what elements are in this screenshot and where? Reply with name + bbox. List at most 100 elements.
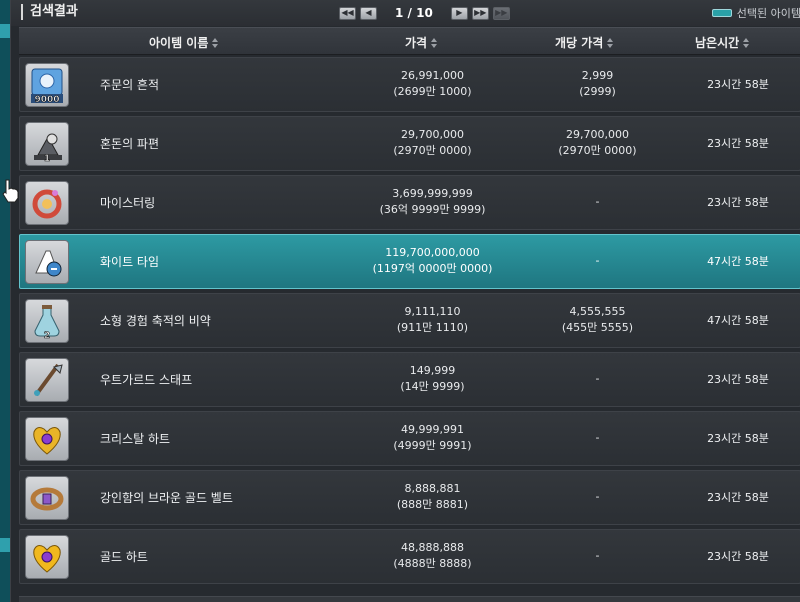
- item-name: 골드 하트: [100, 550, 148, 564]
- price-value: 119,700,000,000: [385, 246, 480, 259]
- strip-notch: [0, 538, 10, 552]
- table-row[interactable]: 2 소형 경험 축적의 비약 9,111,110 (911만 1110) 4,555,5…: [19, 293, 800, 348]
- price-korean: (4999만 9991): [393, 439, 472, 452]
- column-header-price[interactable]: 가격: [405, 34, 438, 51]
- item-price: 26,991,000 (2699만 1000): [350, 68, 515, 100]
- item-unit-price: 29,700,000 (2970만 0000): [515, 127, 680, 159]
- item-name: 마이스터링: [100, 196, 156, 210]
- meister-ring-icon: [25, 181, 69, 225]
- item-time-left: 23시간 58분: [707, 137, 769, 150]
- item-time-left: 23시간 58분: [707, 373, 769, 386]
- item-name: 주문의 흔적: [100, 78, 160, 92]
- gold-belt-icon: [25, 476, 69, 520]
- item-price: 149,999 (14만 9999): [350, 363, 515, 395]
- item-name: 우트가르드 스태프: [100, 373, 193, 387]
- item-price: 3,699,999,999 (36억 9999만 9999): [350, 186, 515, 218]
- item-unit-price: -: [515, 430, 680, 446]
- table-row[interactable]: 화이트 타임 119,700,000,000 (1197억 0000만 0000) -…: [19, 234, 800, 289]
- pagination: ◀◀ ◀ 1 / 10 ▶ ▶▶ ▶▶: [339, 5, 514, 21]
- item-time-left: 47시간 58분: [707, 255, 769, 268]
- table-row[interactable]: 강인함의 브라운 골드 벨트 8,888,881 (888만 8881) - 23시간 …: [19, 470, 800, 525]
- price-value: 29,700,000: [401, 128, 464, 141]
- table-row[interactable]: 마이스터링 3,699,999,999 (36억 9999만 9999) - 23시간 …: [19, 175, 800, 230]
- price-value: 8,888,881: [404, 482, 461, 495]
- unit-price-korean: (2999): [579, 85, 616, 98]
- next-row-edge: [19, 596, 800, 602]
- item-price: 48,888,888 (4888만 8888): [350, 540, 515, 572]
- item-name: 혼돈의 파편: [100, 137, 160, 151]
- last-page-button[interactable]: ▶▶: [471, 6, 489, 20]
- item-time-left: 23시간 58분: [707, 196, 769, 209]
- item-price: 9,111,110 (911만 1110): [350, 304, 515, 336]
- column-header-time-left[interactable]: 남은시간: [695, 34, 750, 51]
- next-page-button[interactable]: ▶: [450, 6, 468, 20]
- potion-flask-icon: 2: [25, 299, 69, 343]
- item-name: 화이트 타임: [100, 255, 160, 269]
- item-unit-price: 2,999 (2999): [515, 68, 680, 100]
- column-header-label: 개당 가격: [555, 36, 604, 50]
- item-name: 강인함의 브라운 골드 벨트: [100, 491, 233, 505]
- item-price: 29,700,000 (2970만 0000): [350, 127, 515, 159]
- column-header-label: 아이템 이름: [149, 36, 209, 50]
- sort-icon[interactable]: [431, 37, 438, 48]
- strip-notch: [0, 24, 10, 38]
- gold-heart-icon: [25, 535, 69, 579]
- item-quantity-label: 9000: [34, 95, 59, 104]
- item-price: 119,700,000,000 (1197억 0000만 0000): [350, 245, 515, 277]
- prev-page-button[interactable]: ◀: [360, 6, 377, 20]
- unit-price-value: 29,700,000: [566, 128, 629, 141]
- price-value: 26,991,000: [401, 69, 464, 82]
- item-unit-price: -: [515, 194, 680, 210]
- price-korean: (911만 1110): [396, 321, 469, 334]
- double-chevron-left-icon: ◀◀: [341, 8, 354, 17]
- price-korean: (14만 9999): [400, 380, 465, 393]
- left-side-strip: [0, 0, 10, 602]
- item-time-left: 23시간 58분: [707, 78, 769, 91]
- price-korean: (4888만 8888): [393, 557, 472, 570]
- price-value: 3,699,999,999: [392, 187, 473, 200]
- item-unit-price: -: [515, 253, 680, 269]
- white-time-icon: [25, 240, 69, 284]
- item-price: 8,888,881 (888만 8881): [350, 481, 515, 513]
- first-page-button[interactable]: ◀◀: [339, 6, 356, 20]
- unit-price-value: -: [595, 254, 600, 267]
- item-unit-price: -: [515, 548, 680, 564]
- price-korean: (2699만 1000): [393, 85, 472, 98]
- column-header-name[interactable]: 아이템 이름: [149, 34, 219, 51]
- legend-label: 선택된 아이템: [736, 7, 800, 20]
- table-row[interactable]: 골드 하트 48,888,888 (4888만 8888) - 23시간 58분: [19, 529, 800, 584]
- sort-icon[interactable]: [607, 37, 614, 48]
- table-row[interactable]: 크리스탈 하트 49,999,991 (4999만 9991) - 23시간 58분: [19, 411, 800, 466]
- item-unit-price: 4,555,555 (455만 5555): [515, 304, 680, 336]
- table-row[interactable]: 9000 주문의 흔적 26,991,000 (2699만 1000) 2,999 (29…: [19, 57, 800, 112]
- unit-price-value: -: [595, 195, 600, 208]
- column-header-unit-price[interactable]: 개당 가격: [555, 34, 614, 51]
- item-unit-price: -: [515, 371, 680, 387]
- sort-icon[interactable]: [743, 37, 750, 48]
- unit-price-value: 2,999: [581, 69, 614, 82]
- price-korean: (2970만 0000): [393, 144, 472, 157]
- price-korean: (1197억 0000만 0000): [372, 262, 493, 275]
- price-value: 149,999: [409, 364, 456, 377]
- unit-price-korean: (455만 5555): [561, 321, 634, 334]
- item-unit-price: -: [515, 489, 680, 505]
- price-korean: (888만 8881): [396, 498, 469, 511]
- item-price: 49,999,991 (4999만 9991): [350, 422, 515, 454]
- item-time-left: 23시간 58분: [707, 491, 769, 504]
- search-results-panel: 검색결과 ◀◀ ◀ 1 / 10 ▶ ▶▶ ▶▶ 선택된 아이템 아이템 이름 …: [10, 0, 800, 602]
- chevron-left-icon: ◀: [365, 8, 372, 17]
- unit-price-value: -: [595, 549, 600, 562]
- sort-icon[interactable]: [212, 37, 219, 48]
- double-chevron-right-disabled-icon: ▶▶: [495, 8, 508, 17]
- item-time-left: 23시간 58분: [707, 432, 769, 445]
- page-indicator: 1 / 10: [395, 6, 433, 20]
- next-block-button[interactable]: ▶▶: [492, 6, 510, 20]
- table-row[interactable]: 1 혼돈의 파편 29,700,000 (2970만 0000) 29,700,000 (…: [19, 116, 800, 171]
- hand-cursor-icon: [2, 179, 19, 203]
- table-row[interactable]: 우트가르드 스태프 149,999 (14만 9999) - 23시간 58분: [19, 352, 800, 407]
- item-name: 소형 경험 축적의 비약: [100, 314, 211, 328]
- item-time-left: 23시간 58분: [707, 550, 769, 563]
- page-title: 검색결과: [21, 4, 78, 20]
- item-name: 크리스탈 하트: [100, 432, 171, 446]
- price-value: 49,999,991: [401, 423, 464, 436]
